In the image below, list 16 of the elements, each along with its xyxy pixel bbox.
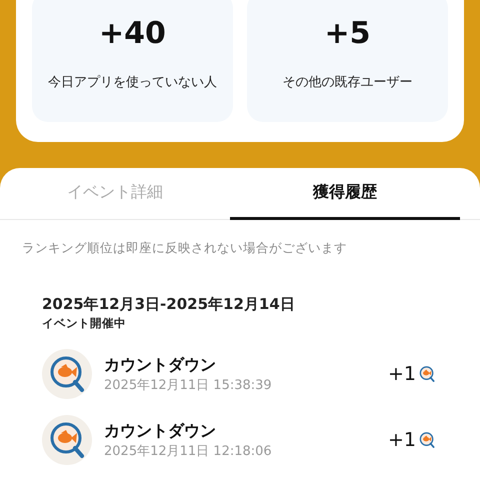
notice-text: ランキング順位は即座に反映されない場合がございます [21, 239, 348, 257]
stat-value: +5 [324, 16, 370, 53]
event-status: イベント開催中 [42, 316, 127, 331]
fish-magnifier-icon [42, 349, 92, 399]
stat-label: 今日アプリを使っていない人 [48, 74, 217, 92]
history-time: 2025年12月11日 12:18:06 [104, 442, 273, 460]
points-value: +1 [388, 363, 416, 385]
fish-magnifier-icon [42, 415, 92, 465]
tab[interactable]: 獲得履歴 [230, 168, 460, 220]
stat-label: その他の既存ユーザー [282, 74, 412, 92]
history-title: カウントダウン [104, 420, 217, 442]
event-period: 2025年12月3日-2025年12月14日 [42, 295, 296, 314]
points-value: +1 [388, 429, 416, 451]
history-time: 2025年12月11日 15:38:39 [104, 376, 273, 394]
stat-value: +40 [99, 16, 166, 53]
history-title: カウントダウン [104, 354, 217, 376]
